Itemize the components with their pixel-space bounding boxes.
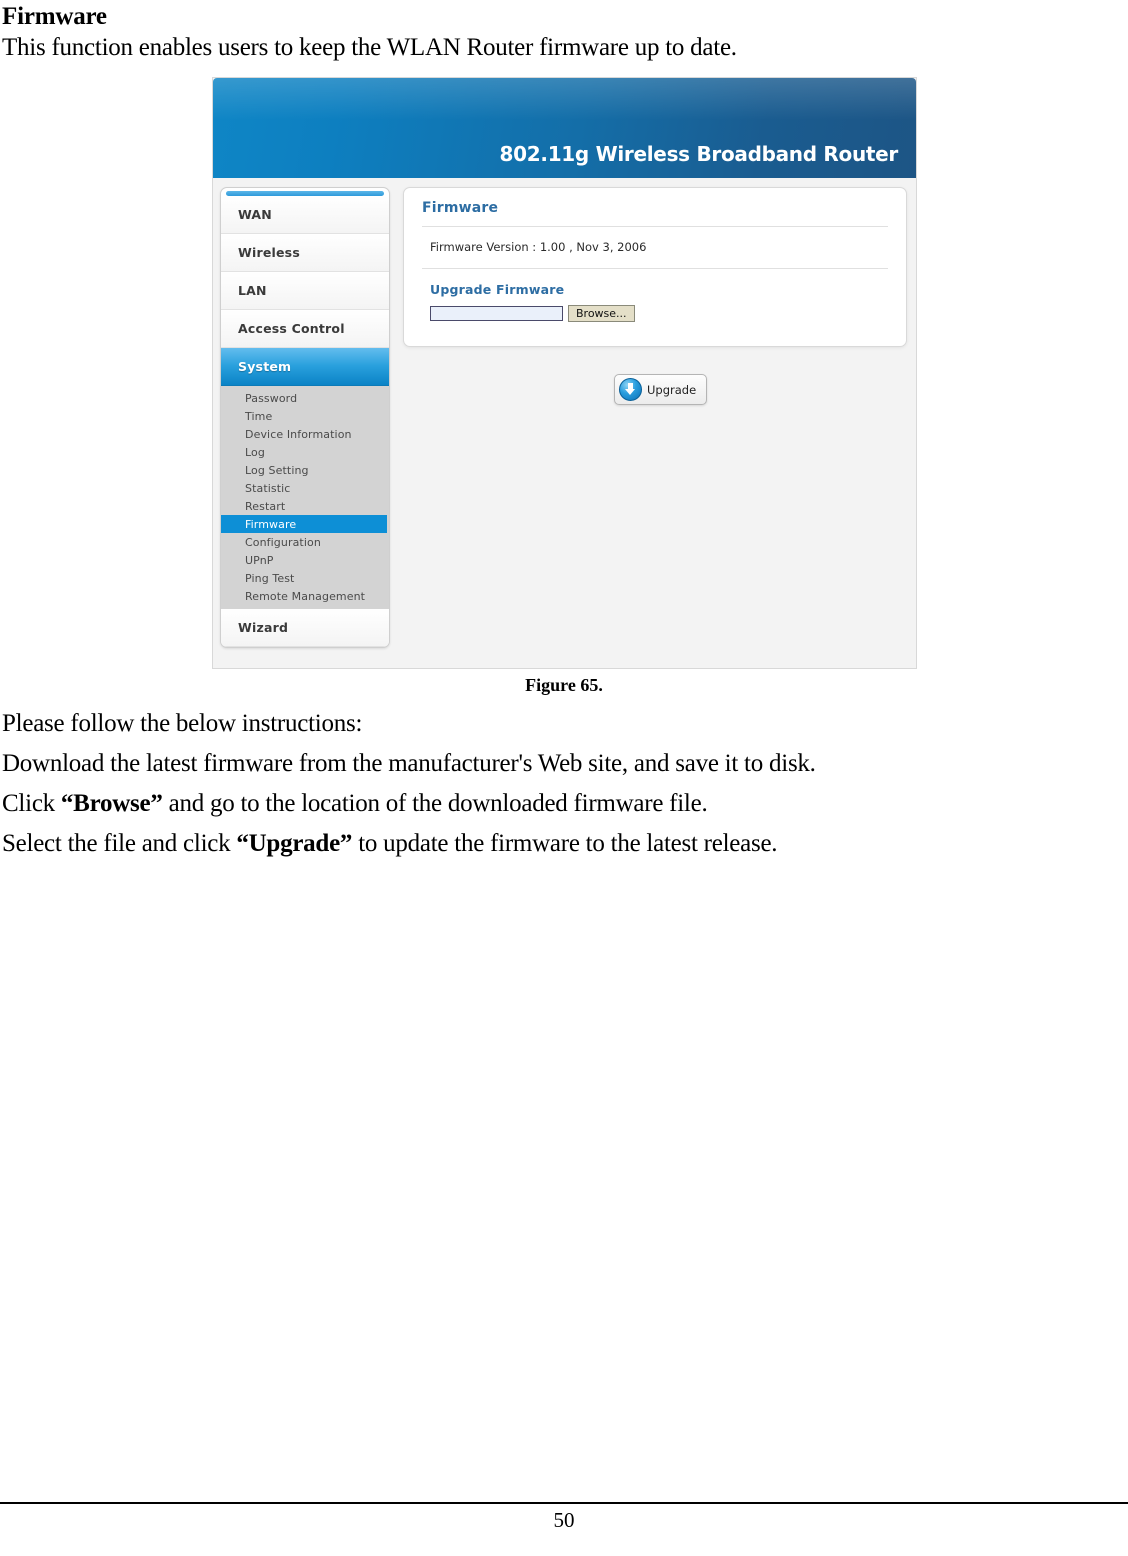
document-body: Firmware This function enables users to … (0, 0, 1128, 64)
page-number: 50 (553, 1508, 575, 1532)
submenu-item-remote-management[interactable]: Remote Management (221, 587, 389, 605)
sidebar-item-wizard[interactable]: Wizard (221, 609, 389, 647)
submenu-item-upnp[interactable]: UPnP (221, 551, 389, 569)
firmware-file-input[interactable] (430, 306, 563, 321)
panel-title: Firmware (422, 200, 888, 227)
sidebar-item-system[interactable]: System (221, 348, 389, 386)
submenu-item-device-information[interactable]: Device Information (221, 425, 389, 443)
submenu-item-log[interactable]: Log (221, 443, 389, 461)
step-2-emphasis: “Browse” (60, 790, 163, 817)
browse-button[interactable]: Browse... (568, 305, 635, 322)
step-3-prefix: Select the file and click (2, 830, 237, 857)
firmware-file-row: Browse... (422, 305, 888, 322)
submenu-item-log-setting[interactable]: Log Setting (221, 461, 389, 479)
firmware-version-text: Firmware Version : 1.00 , Nov 3, 2006 (422, 227, 888, 269)
upgrade-button-label: Upgrade (647, 382, 697, 397)
instructions-block: Please follow the below instructions: Do… (0, 708, 1128, 860)
submenu-item-password[interactable]: Password (221, 389, 389, 407)
section-intro-text: This function enables users to keep the … (2, 34, 737, 61)
step-2-prefix: Click (2, 790, 61, 817)
instructions-step-3: Select the file and click “Upgrade” to u… (2, 828, 1128, 860)
instructions-step-2: Click “Browse” and go to the location of… (2, 788, 1128, 820)
firmware-panel: Firmware Firmware Version : 1.00 , Nov 3… (403, 187, 907, 347)
submenu-item-ping-test[interactable]: Ping Test (221, 569, 389, 587)
submenu-item-restart[interactable]: Restart (221, 497, 389, 515)
submenu-item-time[interactable]: Time (221, 407, 389, 425)
page-footer: 50 (0, 1502, 1128, 1533)
footer-divider (0, 1502, 1128, 1504)
step-2-suffix: and go to the location of the downloaded… (162, 790, 708, 817)
download-arrow-icon (619, 378, 642, 401)
upgrade-button[interactable]: Upgrade (614, 374, 708, 405)
sidebar-item-wan[interactable]: WAN (221, 196, 389, 234)
step-3-suffix: to update the firmware to the latest rel… (352, 830, 778, 857)
sidebar-item-lan[interactable]: LAN (221, 272, 389, 310)
sidebar-item-access-control[interactable]: Access Control (221, 310, 389, 348)
section-heading: Firmware (2, 3, 107, 30)
sidebar-submenu-system: Password Time Device Information Log Log… (221, 386, 389, 609)
router-ui-screenshot: 802.11g Wireless Broadband Router WAN Wi… (212, 77, 917, 669)
instructions-lead: Please follow the below instructions: (2, 710, 363, 737)
step-3-emphasis: “Upgrade” (236, 830, 353, 857)
router-banner: 802.11g Wireless Broadband Router (213, 78, 916, 178)
router-banner-title: 802.11g Wireless Broadband Router (499, 142, 899, 166)
sidebar-item-wireless[interactable]: Wireless (221, 234, 389, 272)
instructions-step-1: Download the latest firmware from the ma… (2, 750, 816, 777)
submenu-item-configuration[interactable]: Configuration (221, 533, 389, 551)
submenu-item-firmware[interactable]: Firmware (221, 515, 387, 533)
figure-caption: Figure 65. (525, 675, 603, 695)
upgrade-firmware-label: Upgrade Firmware (430, 282, 565, 297)
submenu-item-statistic[interactable]: Statistic (221, 479, 389, 497)
sidebar-nav: WAN Wireless LAN Access Control System P… (220, 187, 390, 648)
router-body: WAN Wireless LAN Access Control System P… (213, 178, 916, 668)
